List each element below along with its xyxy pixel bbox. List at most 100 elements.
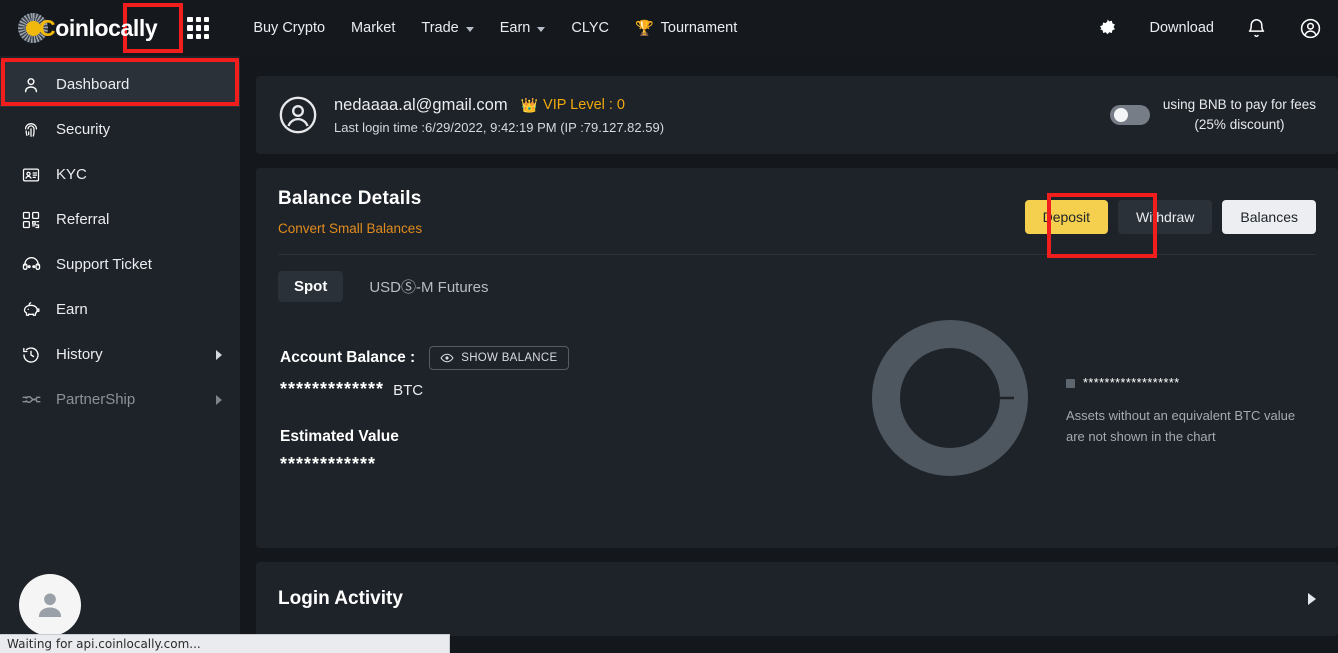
user-account-icon[interactable]: [1298, 16, 1322, 40]
nav-item-buy-crypto[interactable]: Buy Crypto: [253, 20, 325, 36]
legend-item-label: ******************: [1083, 376, 1180, 390]
account-balance-value: *************: [280, 379, 385, 399]
show-balance-label: SHOW BALANCE: [461, 352, 558, 364]
balance-tabs: Spot USDⓈ-M Futures: [278, 269, 1316, 304]
sidebar-item-label: Referral: [56, 211, 110, 228]
grid-dot: [187, 25, 193, 31]
crown-icon: 👑: [520, 96, 539, 113]
clock-history-icon: [20, 344, 42, 366]
nav-label: Earn: [499, 20, 531, 36]
withdraw-button[interactable]: Withdraw: [1118, 200, 1213, 234]
show-balance-button[interactable]: SHOW BALANCE: [429, 346, 569, 370]
brand-name: Coinlocally: [39, 14, 158, 42]
qr-code-icon: [20, 209, 42, 231]
bnb-fee-line2: (25% discount): [1194, 117, 1285, 132]
piggy-bank-icon: [20, 299, 42, 321]
user-icon: [20, 74, 42, 96]
grid-dot: [195, 25, 201, 31]
sidebar-item-referral[interactable]: Referral: [0, 197, 240, 242]
page-root: Coinlocally Buy Crypto Market Trade Earn: [0, 0, 1338, 653]
tab-usd-m-futures[interactable]: USDⓈ-M Futures: [353, 269, 504, 304]
sidebar-item-label: Support Ticket: [56, 256, 152, 273]
brand-name-rest: oinlocally: [55, 14, 158, 41]
legend-item: ******************: [1066, 376, 1296, 390]
bell-icon[interactable]: [1244, 16, 1268, 40]
balance-figures: Account Balance : SHOW BALANCE *********…: [278, 346, 838, 556]
sidebar-item-security[interactable]: Security: [0, 107, 240, 152]
login-activity-card[interactable]: Login Activity: [256, 562, 1338, 636]
balance-details-card: Balance Details Convert Small Balances D…: [256, 168, 1338, 548]
nav-label: Trade: [421, 20, 459, 36]
vip-level-label: VIP Level : 0: [543, 97, 625, 113]
trophy-icon: 🏆: [634, 20, 654, 37]
sidebar-item-partnership[interactable]: PartnerShip: [0, 377, 240, 422]
grid-dot: [195, 33, 201, 39]
balances-button[interactable]: Balances: [1222, 200, 1316, 234]
page-title: Balance Details: [278, 188, 422, 209]
donut-chart-graphic: [870, 318, 1030, 478]
bnb-fee-line1: using BNB to pay for fees: [1162, 97, 1316, 113]
bnb-fee-text: using BNB to pay for fees (25% discount): [1163, 95, 1316, 134]
gear-icon[interactable]: [1096, 16, 1120, 40]
account-summary-card: nedaaaa.al@gmail.com 👑 VIP Level : 0 Las…: [256, 76, 1338, 154]
divider: [278, 254, 1316, 255]
estimated-value-label: Estimated Value: [280, 428, 399, 445]
estimated-value-amount: ************: [280, 454, 377, 474]
sidebar-item-history[interactable]: History: [0, 332, 240, 377]
convert-small-balances-link[interactable]: Convert Small Balances: [278, 221, 422, 236]
top-navigation-bar: Coinlocally Buy Crypto Market Trade Earn: [0, 0, 1338, 56]
sidebar-navigation: Dashboard Security KYC Referral Support …: [0, 56, 240, 653]
login-activity-title: Login Activity: [278, 588, 403, 609]
deposit-button[interactable]: Deposit: [1024, 200, 1109, 234]
account-balance-unit: BTC: [393, 382, 424, 399]
sidebar-item-dashboard[interactable]: Dashboard: [0, 62, 240, 107]
bnb-fee-toggle[interactable]: [1109, 105, 1150, 125]
fingerprint-icon: [20, 119, 42, 141]
sidebar-item-label: KYC: [56, 166, 87, 183]
nav-item-clyc[interactable]: CLYC: [571, 20, 609, 36]
toggle-knob: [1113, 108, 1128, 122]
nav-item-tournament[interactable]: 🏆 Tournament: [635, 19, 737, 37]
tab-spot[interactable]: Spot: [278, 271, 344, 302]
grid-dot: [203, 25, 210, 31]
grid-dot: [203, 17, 210, 23]
balance-body: Account Balance : SHOW BALANCE *********…: [278, 320, 1316, 556]
account-balance-label: Account Balance :: [280, 349, 416, 366]
chevron-down-icon: [465, 26, 474, 32]
handshake-icon: [20, 389, 42, 411]
download-link[interactable]: Download: [1150, 20, 1215, 36]
bnb-fee-toggle-group: using BNB to pay for fees (25% discount): [1109, 95, 1316, 134]
sidebar-item-label: Security: [56, 121, 111, 138]
chevron-right-icon[interactable]: [1308, 593, 1316, 605]
sidebar-item-kyc[interactable]: KYC: [0, 152, 240, 197]
status-bar-text: Waiting for api.coinlocally.com...: [7, 637, 201, 651]
grid-dot: [203, 33, 210, 39]
nav-label: CLYC: [571, 20, 609, 36]
sidebar-item-label: History: [56, 346, 103, 363]
grid-dot: [187, 33, 193, 39]
brand-name-initial: C: [39, 14, 56, 41]
balance-action-buttons: Deposit Withdraw Balances: [1024, 200, 1316, 234]
nav-item-trade[interactable]: Trade: [421, 20, 474, 36]
eye-icon: [440, 353, 454, 363]
apps-grid-button[interactable]: [183, 13, 213, 43]
nav-item-market[interactable]: Market: [351, 20, 395, 36]
sidebar-item-label: Earn: [56, 301, 88, 318]
account-identity-row: nedaaaa.al@gmail.com 👑 VIP Level : 0: [334, 96, 664, 115]
nav-item-earn[interactable]: Earn: [500, 20, 546, 36]
primary-nav-items: Buy Crypto Market Trade Earn CLYC 🏆 Tour…: [253, 19, 737, 37]
sidebar-item-label: PartnerShip: [56, 391, 136, 408]
avatar[interactable]: [19, 574, 81, 636]
top-nav-right-actions: Download: [1096, 0, 1323, 56]
avatar-placeholder-icon: [38, 593, 62, 617]
account-balance-row: Account Balance : SHOW BALANCE: [280, 346, 838, 370]
grid-dot: [187, 17, 193, 23]
nav-label: Market: [351, 20, 396, 36]
sidebar-item-support-ticket[interactable]: Support Ticket: [0, 242, 240, 287]
browser-status-bar: Waiting for api.coinlocally.com...: [0, 634, 450, 653]
main-content: nedaaaa.al@gmail.com 👑 VIP Level : 0 Las…: [256, 56, 1338, 653]
brand-logo[interactable]: Coinlocally: [18, 13, 158, 43]
sidebar-item-earn[interactable]: Earn: [0, 287, 240, 332]
balance-header-left: Balance Details Convert Small Balances: [278, 188, 422, 238]
grid-dot: [195, 17, 201, 23]
